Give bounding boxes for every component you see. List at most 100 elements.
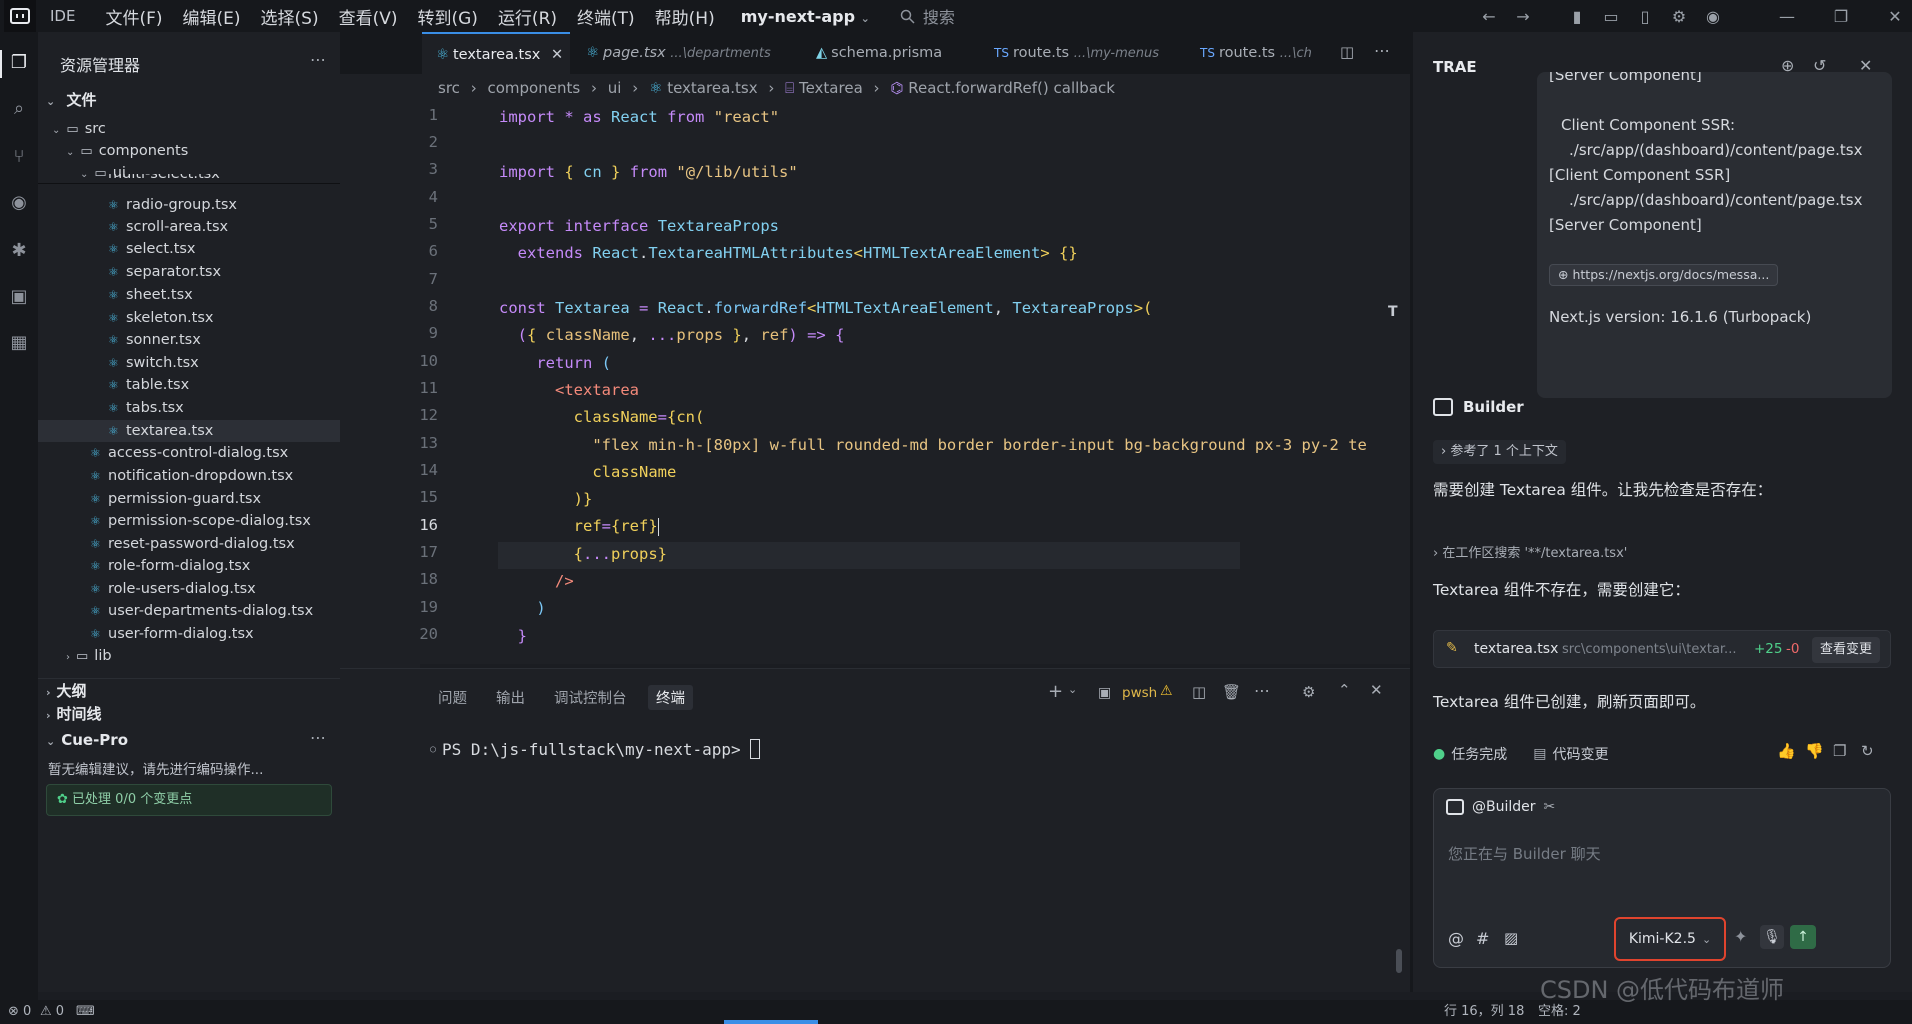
split-terminal-icon[interactable]: ◫	[1192, 683, 1206, 701]
code-line[interactable]	[499, 268, 1399, 295]
copy-icon[interactable]: ❐	[1833, 742, 1846, 760]
panel-settings-icon[interactable]: ⚙	[1302, 683, 1315, 701]
context-reference[interactable]: › 参考了 1 个上下文	[1433, 440, 1566, 464]
menu-selection[interactable]: 选择(S)	[251, 4, 329, 29]
account-icon[interactable]: ◉	[1696, 7, 1730, 26]
tree-file[interactable]: ⚛ role-form-dialog.tsx	[38, 555, 340, 577]
menu-file[interactable]: 文件(F)	[95, 4, 172, 29]
retry-icon[interactable]: ↻	[1861, 742, 1874, 760]
timeline-section[interactable]: › 时间线	[38, 702, 340, 726]
eye-icon[interactable]: ◉	[7, 192, 31, 216]
search-icon[interactable]: ⌕	[7, 98, 31, 122]
code-line[interactable]: const Textarea = React.forwardRef<HTMLTe…	[499, 295, 1399, 322]
menu-edit[interactable]: 编辑(E)	[173, 4, 251, 29]
tree-file[interactable]: ⚛ role-users-dialog.tsx	[38, 578, 340, 600]
chevron-down-icon[interactable]: ⌄	[1068, 683, 1077, 696]
thumbs-up-icon[interactable]: 👍	[1777, 742, 1796, 760]
more-actions-icon[interactable]: ⋯	[1374, 41, 1390, 60]
more-actions-icon[interactable]: ⋯	[310, 50, 326, 69]
code-line[interactable]: extends React.TextareaHTMLAttributes<HTM…	[499, 240, 1399, 267]
errors-indicator[interactable]: ⊗ 0	[8, 1000, 31, 1024]
tree-file-multi-select[interactable]: multi-select.tsx	[38, 174, 340, 184]
model-selector[interactable]: Kimi-K2.5 ⌄	[1614, 917, 1726, 961]
menu-view[interactable]: 查看(V)	[329, 4, 408, 29]
code-line[interactable]	[499, 131, 1399, 158]
breadcrumb-item[interactable]: Textarea	[799, 79, 863, 97]
breadcrumb-item[interactable]: React.forwardRef() callback	[908, 79, 1115, 97]
tree-file[interactable]: ⚛ permission-scope-dialog.tsx	[38, 510, 340, 532]
code-line[interactable]: )	[499, 595, 1399, 622]
tab-route-ch[interactable]: TS route.ts ...\ch	[1186, 32, 1326, 74]
tree-file[interactable]: ⚛ user-form-dialog.tsx	[38, 623, 340, 645]
close-panel-icon[interactable]: ✕	[1370, 681, 1383, 699]
breadcrumb-item[interactable]: src	[438, 79, 460, 97]
chat-input[interactable]: 您正在与 Builder 聊天	[1448, 843, 1601, 864]
code-line[interactable]: <textarea	[499, 377, 1399, 404]
tree-folder-src[interactable]: ⌄ ▭ src	[38, 118, 340, 140]
code-line[interactable]: "flex min-h-[80px] w-full rounded-md bor…	[499, 432, 1399, 459]
code-line[interactable]: )}	[499, 486, 1399, 513]
docs-link[interactable]: ⊕ https://nextjs.org/docs/messa...	[1549, 264, 1779, 286]
explorer-icon[interactable]: ❐	[7, 52, 31, 76]
keyboard-icon[interactable]: ⌨	[76, 1000, 95, 1024]
code-line[interactable]: {...props}	[499, 541, 1399, 568]
tree-file[interactable]: ⚛ separator.tsx	[38, 261, 340, 283]
outline-section[interactable]: › 大纲	[38, 678, 340, 702]
code-line[interactable]: import * as React from "react"	[499, 104, 1399, 131]
panel-scrollbar[interactable]	[1396, 949, 1402, 973]
text-format-icon[interactable]: T	[1388, 304, 1398, 320]
back-arrow-icon[interactable]: ←	[1472, 7, 1506, 26]
warnings-indicator[interactable]: ⚠ 0	[40, 1000, 64, 1024]
code-line[interactable]: return (	[499, 350, 1399, 377]
tree-file[interactable]: ⚛ access-control-dialog.tsx	[38, 442, 340, 464]
tree-file[interactable]: ⚛ select.tsx	[38, 238, 340, 260]
code-content[interactable]: import * as React from "react" import { …	[499, 104, 1399, 662]
tab-terminal[interactable]: 终端	[648, 685, 693, 710]
tree-file[interactable]: ⚛ scroll-area.tsx	[38, 216, 340, 238]
thumbs-down-icon[interactable]: 👎	[1805, 742, 1824, 760]
tree-file[interactable]: ⚛ reset-password-dialog.tsx	[38, 533, 340, 555]
tab-page[interactable]: ⚛ page.tsx ...\departments	[572, 32, 800, 74]
maximize-icon[interactable]: ❐	[1824, 7, 1858, 26]
gear-icon[interactable]: ⚙	[1662, 7, 1696, 26]
mention-chip[interactable]: @Builder ✂	[1446, 799, 1555, 815]
remote-icon[interactable]: ▣	[7, 286, 31, 310]
code-line[interactable]: }	[499, 623, 1399, 650]
split-editor-icon[interactable]: ◫	[1340, 43, 1354, 61]
project-switcher[interactable]: my-next-app ⌄	[741, 7, 870, 26]
cue-pro-section[interactable]: ⌄ Cue-Pro	[38, 728, 340, 752]
tree-file[interactable]: ⚛ user-departments-dialog.tsx	[38, 600, 340, 622]
tab-textarea[interactable]: ⚛ textarea.tsx ✕	[422, 32, 570, 74]
tree-file[interactable]: ⚛ permission-guard.tsx	[38, 488, 340, 510]
more-actions-icon[interactable]: ⋯	[310, 728, 326, 747]
files-section[interactable]: ⌄ 文件	[38, 88, 340, 112]
code-line[interactable]: import { cn } from "@/lib/utils"	[499, 159, 1399, 186]
breadcrumb-item[interactable]: components	[487, 79, 580, 97]
tab-debug-console[interactable]: 调试控制台	[554, 687, 627, 708]
terminal-output[interactable]: ○ PS D:\js-fullstack\my-next-app>	[430, 739, 761, 759]
tree-folder-components[interactable]: ⌄ ▭ components	[38, 140, 340, 162]
add-terminal-icon[interactable]: +	[1048, 681, 1063, 702]
tab-schema[interactable]: ◭ schema.prisma	[802, 32, 978, 74]
image-icon[interactable]: ▨	[1504, 929, 1518, 947]
sparkle-icon[interactable]: ✦	[1734, 927, 1747, 946]
tree-file[interactable]: ⚛ notification-dropdown.tsx	[38, 465, 340, 487]
tree-file[interactable]: ⚛ skeleton.tsx	[38, 307, 340, 329]
tab-route-menus[interactable]: TS route.ts ...\my-menus	[980, 32, 1184, 74]
debug-icon[interactable]: ✱	[7, 240, 31, 264]
tree-file[interactable]: ⚛ table.tsx	[38, 374, 340, 396]
cursor-position[interactable]: 行 16，列 18	[1444, 1000, 1524, 1024]
breadcrumb-item[interactable]: textarea.tsx	[667, 79, 757, 97]
code-line[interactable]: ref={ref}	[499, 513, 1399, 540]
tab-output[interactable]: 输出	[496, 687, 525, 708]
breadcrumb-item[interactable]: ui	[608, 79, 622, 97]
code-line[interactable]: />	[499, 568, 1399, 595]
microphone-icon[interactable]: 🎙	[1760, 925, 1784, 949]
close-window-icon[interactable]: ✕	[1878, 7, 1912, 26]
code-changes-link[interactable]: 代码变更	[1552, 744, 1608, 764]
toggle-secondary-sidebar-icon[interactable]: ▯	[1628, 7, 1662, 26]
tree-file-selected[interactable]: ⚛ textarea.tsx	[38, 420, 340, 442]
send-button[interactable]: ↑	[1790, 925, 1816, 949]
forward-arrow-icon[interactable]: →	[1506, 7, 1540, 26]
shell-name[interactable]: pwsh	[1122, 685, 1157, 701]
